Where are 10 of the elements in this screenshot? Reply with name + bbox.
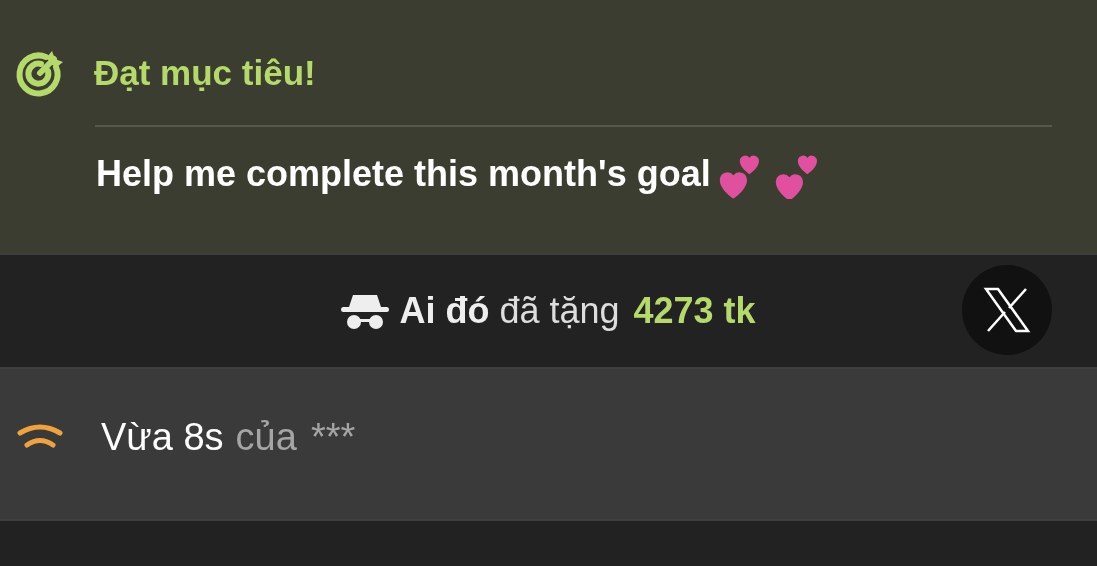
gift-amount: 4273 tk	[633, 290, 756, 332]
comment-by: của	[235, 415, 297, 459]
comment-time: Vừa 8s	[101, 415, 224, 459]
x-logo-icon[interactable]	[962, 265, 1052, 355]
comment-author: ***	[310, 415, 356, 459]
signal-icon	[16, 423, 64, 451]
sender-name: Ai đó	[399, 290, 490, 332]
gift-text: đã tặng	[499, 290, 620, 332]
goal-message: Help me complete this month's goal	[96, 153, 711, 195]
goal-title: Đạt mục tiêu!	[94, 53, 316, 93]
